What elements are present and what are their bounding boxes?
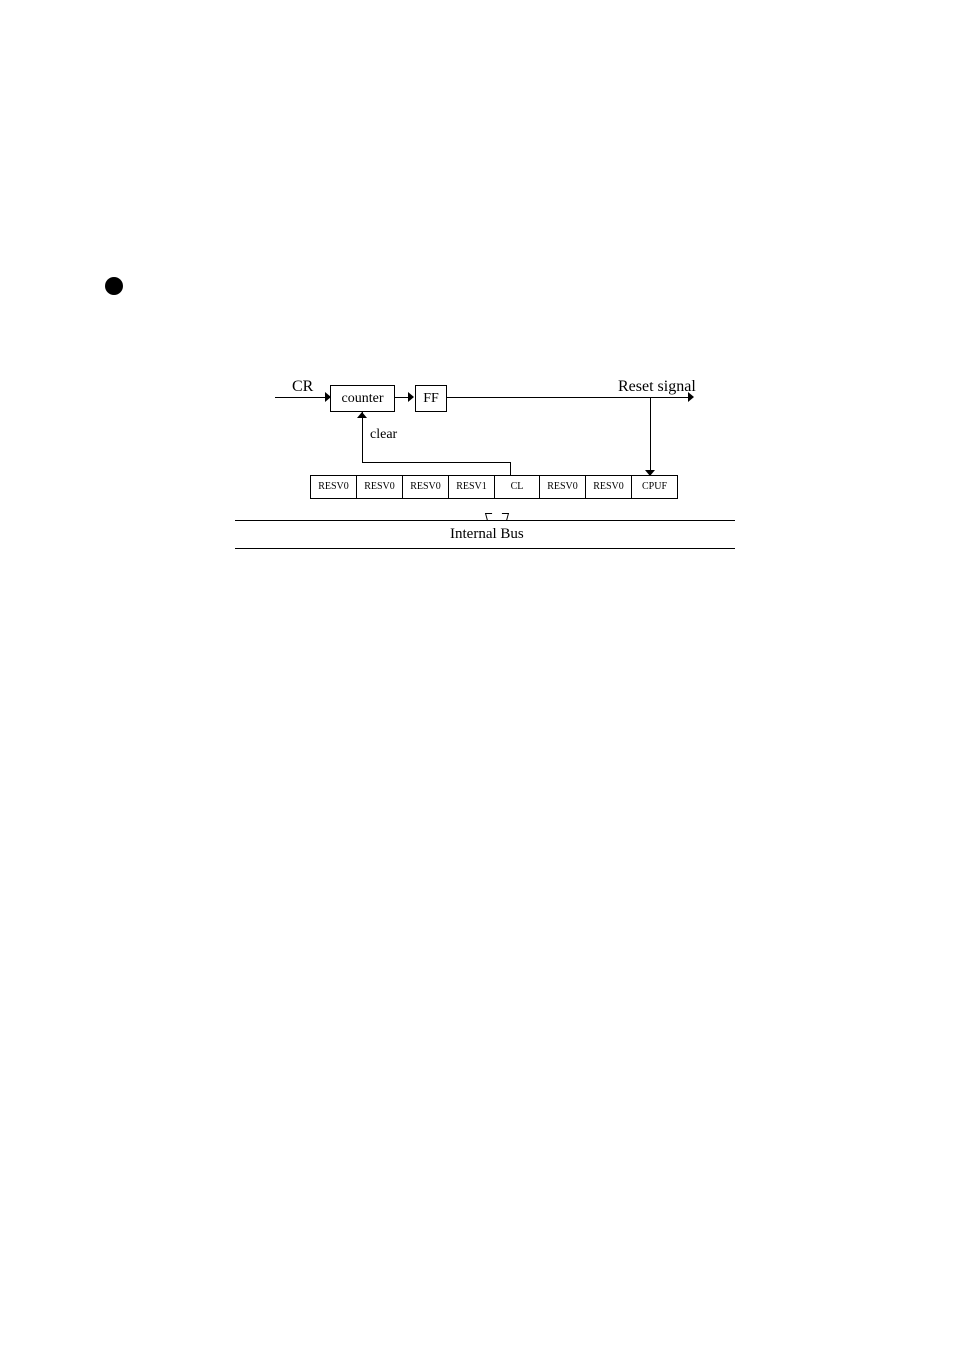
reset-arrow (688, 392, 694, 402)
clear-arrow (357, 412, 367, 418)
cr-input-line (275, 397, 330, 399)
reg-bit-5: RESV0 (402, 475, 449, 499)
reg-bit-0: CPUF (631, 475, 678, 499)
counter-block: counter (330, 385, 395, 412)
reg-bit-3: CL (494, 475, 540, 499)
reg-bit-6: RESV0 (356, 475, 403, 499)
ff-block: FF (415, 385, 447, 412)
reg-bit-7: RESV0 (310, 475, 357, 499)
clear-label: clear (370, 427, 397, 443)
reset-down-line (650, 397, 651, 475)
bus-label: Internal Bus (450, 526, 524, 543)
register-row: RESV0 RESV0 RESV0 RESV1 CL RESV0 RESV0 C… (310, 475, 677, 499)
reset-label: Reset signal (618, 378, 696, 396)
bullet-marker (105, 277, 123, 295)
clear-line-down (510, 462, 511, 475)
reg-bit-1: RESV0 (585, 475, 632, 499)
reset-line (447, 397, 692, 399)
reg-bit-4: RESV1 (448, 475, 495, 499)
bus-top-line (235, 520, 735, 522)
reg-bit-2: RESV0 (539, 475, 586, 499)
cr-label: CR (292, 378, 313, 396)
bus-bottom-line (235, 548, 735, 550)
clear-line-vertical (362, 412, 363, 462)
counter-to-ff-arrow (408, 392, 414, 402)
clear-line-horizontal (362, 462, 510, 464)
